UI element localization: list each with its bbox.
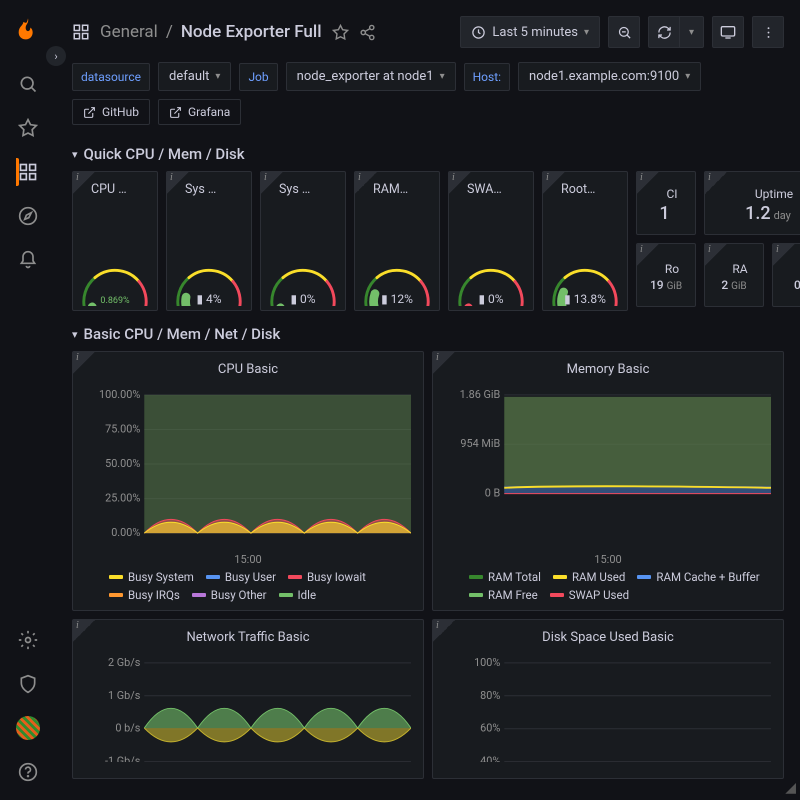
help-icon[interactable] bbox=[16, 760, 40, 784]
var-host-label: Host: bbox=[464, 63, 510, 91]
svg-text:954 MiB: 954 MiB bbox=[460, 437, 500, 450]
var-job-label: Job bbox=[239, 63, 277, 91]
svg-text:1.86 GiB: 1.86 GiB bbox=[460, 388, 501, 401]
legend-item[interactable]: Busy Iowait bbox=[288, 570, 366, 584]
var-host-dropdown[interactable]: node1.example.com:9100▾ bbox=[518, 62, 701, 91]
svg-text:0 b/s: 0 b/s bbox=[115, 722, 140, 735]
time-range-picker[interactable]: Last 5 minutes ▾ bbox=[460, 16, 600, 48]
svg-text:60%: 60% bbox=[480, 722, 500, 735]
time-range-label: Last 5 minutes bbox=[492, 25, 578, 40]
svg-text:40%: 40% bbox=[480, 755, 500, 762]
gauge-panel-3[interactable]: i RAM… ▮ 12% bbox=[354, 171, 440, 311]
link-grafana[interactable]: Grafana bbox=[158, 99, 241, 125]
mini-stat-0[interactable]: i Ro 19GiB bbox=[636, 243, 696, 307]
svg-text:0.00%: 0.00% bbox=[111, 526, 140, 539]
panel-network-basic[interactable]: i Network Traffic Basic 2 Gb/s1 Gb/s0 b/… bbox=[72, 619, 424, 779]
star-icon[interactable] bbox=[16, 116, 40, 140]
gauge-panel-2[interactable]: i Sys … ▮ 0% bbox=[260, 171, 346, 311]
legend-item[interactable]: RAM Cache + Buffer bbox=[637, 570, 759, 584]
legend-item[interactable]: RAM Total bbox=[469, 570, 541, 584]
legend-item[interactable]: Busy User bbox=[206, 570, 276, 584]
svg-text:25.00%: 25.00% bbox=[105, 492, 140, 505]
more-button[interactable] bbox=[752, 16, 784, 48]
expand-sidebar-button[interactable]: › bbox=[46, 46, 66, 66]
resize-handle-icon[interactable]: ◢ bbox=[785, 780, 796, 796]
legend-item[interactable]: Busy System bbox=[109, 570, 194, 584]
legend-item[interactable]: Idle bbox=[279, 588, 317, 602]
variables-bar: datasource default▾ Job node_exporter at… bbox=[72, 56, 784, 97]
panel-memory-basic[interactable]: i Memory Basic 1.86 GiB954 MiB0 B 15:00 … bbox=[432, 351, 784, 611]
sidebar bbox=[0, 0, 56, 800]
svg-text:-1 Gb/s: -1 Gb/s bbox=[105, 755, 141, 762]
var-datasource-label: datasource bbox=[72, 63, 150, 91]
svg-text:100.00%: 100.00% bbox=[99, 388, 140, 401]
section-basic-header[interactable]: ▾Basic CPU / Mem / Net / Disk bbox=[72, 325, 784, 343]
var-job-dropdown[interactable]: node_exporter at node1▾ bbox=[286, 62, 456, 91]
svg-text:2 Gb/s: 2 Gb/s bbox=[108, 656, 141, 669]
link-github[interactable]: GitHub bbox=[72, 99, 150, 125]
stat-panel-ci[interactable]: i CI 1 bbox=[636, 171, 696, 235]
explore-icon[interactable] bbox=[16, 204, 40, 228]
alert-icon[interactable] bbox=[16, 248, 40, 272]
panel-cpu-basic[interactable]: i CPU Basic 100.00%75.00%50.00%25.00%0.0… bbox=[72, 351, 424, 611]
var-datasource-dropdown[interactable]: default▾ bbox=[158, 62, 231, 91]
avatar[interactable] bbox=[16, 716, 40, 740]
gauge-panel-0[interactable]: i CPU … 0.869% bbox=[72, 171, 158, 311]
share-icon[interactable] bbox=[359, 24, 376, 41]
legend-item[interactable]: SWAP Used bbox=[550, 588, 629, 602]
legend-item[interactable]: Busy Other bbox=[192, 588, 267, 602]
tv-mode-button[interactable] bbox=[712, 16, 744, 48]
svg-text:50.00%: 50.00% bbox=[105, 457, 140, 470]
breadcrumb[interactable]: General / Node Exporter Full bbox=[100, 22, 322, 42]
zoom-out-button[interactable] bbox=[608, 16, 640, 48]
mini-stat-1[interactable]: i RA 2GiB bbox=[704, 243, 764, 307]
breadcrumb-folder[interactable]: General bbox=[100, 22, 158, 42]
main-content: General / Node Exporter Full Last 5 minu… bbox=[56, 0, 800, 787]
svg-text:0 B: 0 B bbox=[485, 487, 501, 500]
svg-text:75.00%: 75.00% bbox=[105, 422, 140, 435]
gauge-panel-4[interactable]: i SWA… ▮ 0% bbox=[448, 171, 534, 311]
shield-icon[interactable] bbox=[16, 672, 40, 696]
legend-item[interactable]: Busy IRQs bbox=[109, 588, 180, 602]
svg-text:100%: 100% bbox=[474, 656, 500, 669]
quick-row: i CPU … 0.869% i Sys … ▮ 4% i Sys … ▮ 0%… bbox=[72, 171, 784, 311]
stat-panel-uptime[interactable]: i Uptime 1.2day bbox=[704, 171, 800, 235]
refresh-button[interactable] bbox=[648, 16, 680, 48]
dashboards-icon[interactable] bbox=[16, 160, 40, 184]
gauge-panel-5[interactable]: i Root… ▮ 13.8% bbox=[542, 171, 628, 311]
legend-item[interactable]: RAM Free bbox=[469, 588, 538, 602]
panel-disk-basic[interactable]: i Disk Space Used Basic 100%80%60%40% bbox=[432, 619, 784, 779]
legend-item[interactable]: RAM Used bbox=[553, 570, 625, 584]
mini-stat-2[interactable]: i SV 0B bbox=[772, 243, 800, 307]
grafana-logo-icon[interactable] bbox=[14, 16, 42, 44]
gauge-panel-1[interactable]: i Sys … ▮ 4% bbox=[166, 171, 252, 311]
fav-star-icon[interactable] bbox=[332, 24, 349, 41]
refresh-interval-button[interactable]: ▾ bbox=[680, 16, 704, 48]
topbar: General / Node Exporter Full Last 5 minu… bbox=[72, 8, 784, 56]
section-quick-header[interactable]: ▾Quick CPU / Mem / Disk bbox=[72, 145, 784, 163]
search-icon[interactable] bbox=[16, 72, 40, 96]
svg-text:1 Gb/s: 1 Gb/s bbox=[108, 689, 141, 702]
breadcrumb-title[interactable]: Node Exporter Full bbox=[181, 22, 322, 42]
settings-icon[interactable] bbox=[16, 628, 40, 652]
svg-text:80%: 80% bbox=[480, 689, 500, 702]
dashboards-crumb-icon[interactable] bbox=[72, 23, 90, 41]
